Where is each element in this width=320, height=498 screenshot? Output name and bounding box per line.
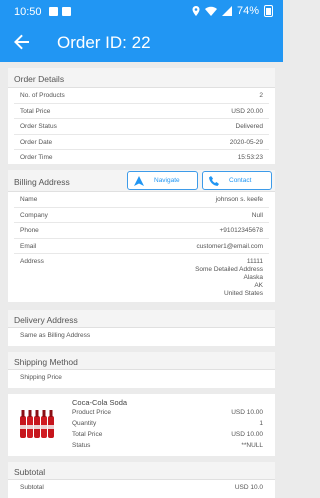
back-arrow-icon[interactable] (12, 32, 32, 52)
contact-button[interactable]: Contact (202, 171, 272, 190)
subtotal-heading: Subtotal (8, 462, 275, 480)
notification-icons (49, 7, 71, 16)
product-row: Product Price USD 10.00 (72, 409, 263, 416)
billing-row: Name johnson s. keefe (8, 192, 275, 208)
shipping-price-text: Shipping Price (20, 374, 62, 381)
detail-row: Order Status Delivered (8, 119, 275, 135)
product-row: Status **NULL (72, 442, 263, 449)
product-card: Coca-Cola Soda Product Price USD 10.00 Qu… (8, 394, 275, 456)
detail-row: Order Time 15:53:23 (20, 154, 263, 161)
signal-icon (221, 6, 232, 16)
wifi-icon (204, 6, 217, 16)
delivery-address-card: Delivery Address Same as Billing Address (8, 310, 275, 346)
shipping-method-card: Shipping Method Shipping Price (8, 352, 275, 388)
navigation-arrow-icon (134, 175, 144, 186)
battery-percent: 74% (236, 5, 259, 17)
app-bar: Order ID: 22 (0, 24, 283, 62)
detail-row: No. of Products 2 (8, 88, 275, 104)
product-name: Coca-Cola Soda (72, 398, 128, 407)
detail-row: Total Price USD 20.00 (8, 104, 275, 119)
billing-row: Company Null (8, 208, 275, 223)
notification-icon (49, 7, 58, 16)
image-icon (62, 7, 71, 16)
address-row: Address 11111 Some Detailed Address Alas… (20, 258, 263, 297)
status-time: 10:50 (14, 6, 42, 18)
status-right: 74% (192, 5, 273, 17)
billing-row: Email customer1@email.com (8, 239, 275, 254)
order-details-card: Order Details No. of Products 2 Total Pri… (8, 68, 275, 164)
subtotal-row: Subtotal USD 10.0 (20, 484, 263, 491)
subtotal-card: Subtotal Subtotal USD 10.0 (8, 462, 275, 498)
shipping-heading: Shipping Method (8, 352, 275, 370)
status-bar: 10:50 74% (0, 0, 283, 24)
page-title: Order ID: 22 (57, 33, 151, 52)
product-image (20, 410, 54, 438)
billing-row: Phone +91012345678 (8, 223, 275, 239)
location-icon (192, 6, 200, 16)
delivery-heading: Delivery Address (8, 310, 275, 328)
product-row: Total Price USD 10.00 (72, 431, 263, 438)
order-details-heading: Order Details (8, 68, 275, 88)
battery-icon (264, 5, 273, 17)
navigate-button[interactable]: Navigate (127, 171, 198, 190)
phone-icon (209, 175, 219, 186)
delivery-text: Same as Billing Address (20, 332, 91, 339)
product-row: Quantity 1 (72, 420, 263, 427)
detail-row: Order Date 2020-05-29 (8, 135, 275, 150)
address-lines: 11111 Some Detailed Address Alaska AK Un… (195, 258, 263, 297)
